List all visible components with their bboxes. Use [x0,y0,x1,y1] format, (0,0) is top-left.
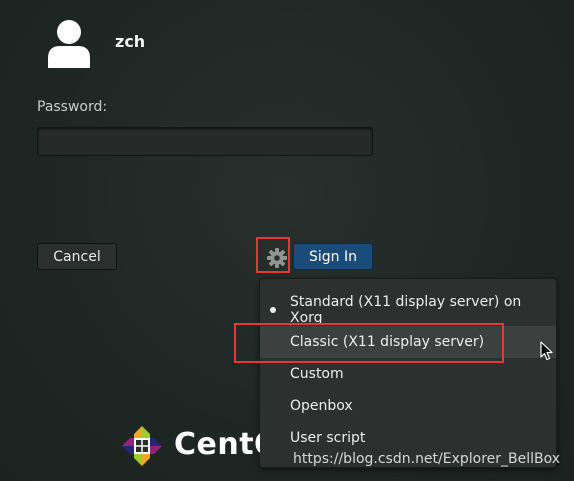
session-option-label: User script [290,430,366,446]
session-option-label: Custom [290,366,344,382]
sign-in-button[interactable]: Sign In [293,243,373,270]
sign-in-button-label: Sign In [309,248,357,265]
session-option-label: Standard (X11 display server) on Xorg [290,294,522,326]
cancel-button-label: Cancel [53,248,101,265]
logo-text: CentOS [174,427,260,462]
centos-logo-icon [122,426,162,466]
session-menu: Standard (X11 display server) on Xorg Cl… [259,278,557,468]
mouse-pointer-icon [540,341,553,361]
classic-highlight-box [234,323,504,363]
password-field[interactable] [37,127,373,156]
gear-highlight-box [256,237,290,273]
centos-logo-text: CentOS [174,425,260,465]
watermark-text: https://blog.csdn.net/Explorer_BellBox [293,451,561,467]
username: zch [115,32,146,51]
password-label: Password: [37,99,108,115]
cancel-button[interactable]: Cancel [37,243,117,270]
session-option-openbox[interactable]: Openbox [260,390,556,422]
session-option-standard[interactable]: Standard (X11 display server) on Xorg [260,294,556,326]
session-option-user-script[interactable]: User script [260,422,556,454]
session-option-label: Openbox [290,398,353,414]
selected-bullet-icon [270,307,276,313]
user-avatar-icon [48,20,90,68]
